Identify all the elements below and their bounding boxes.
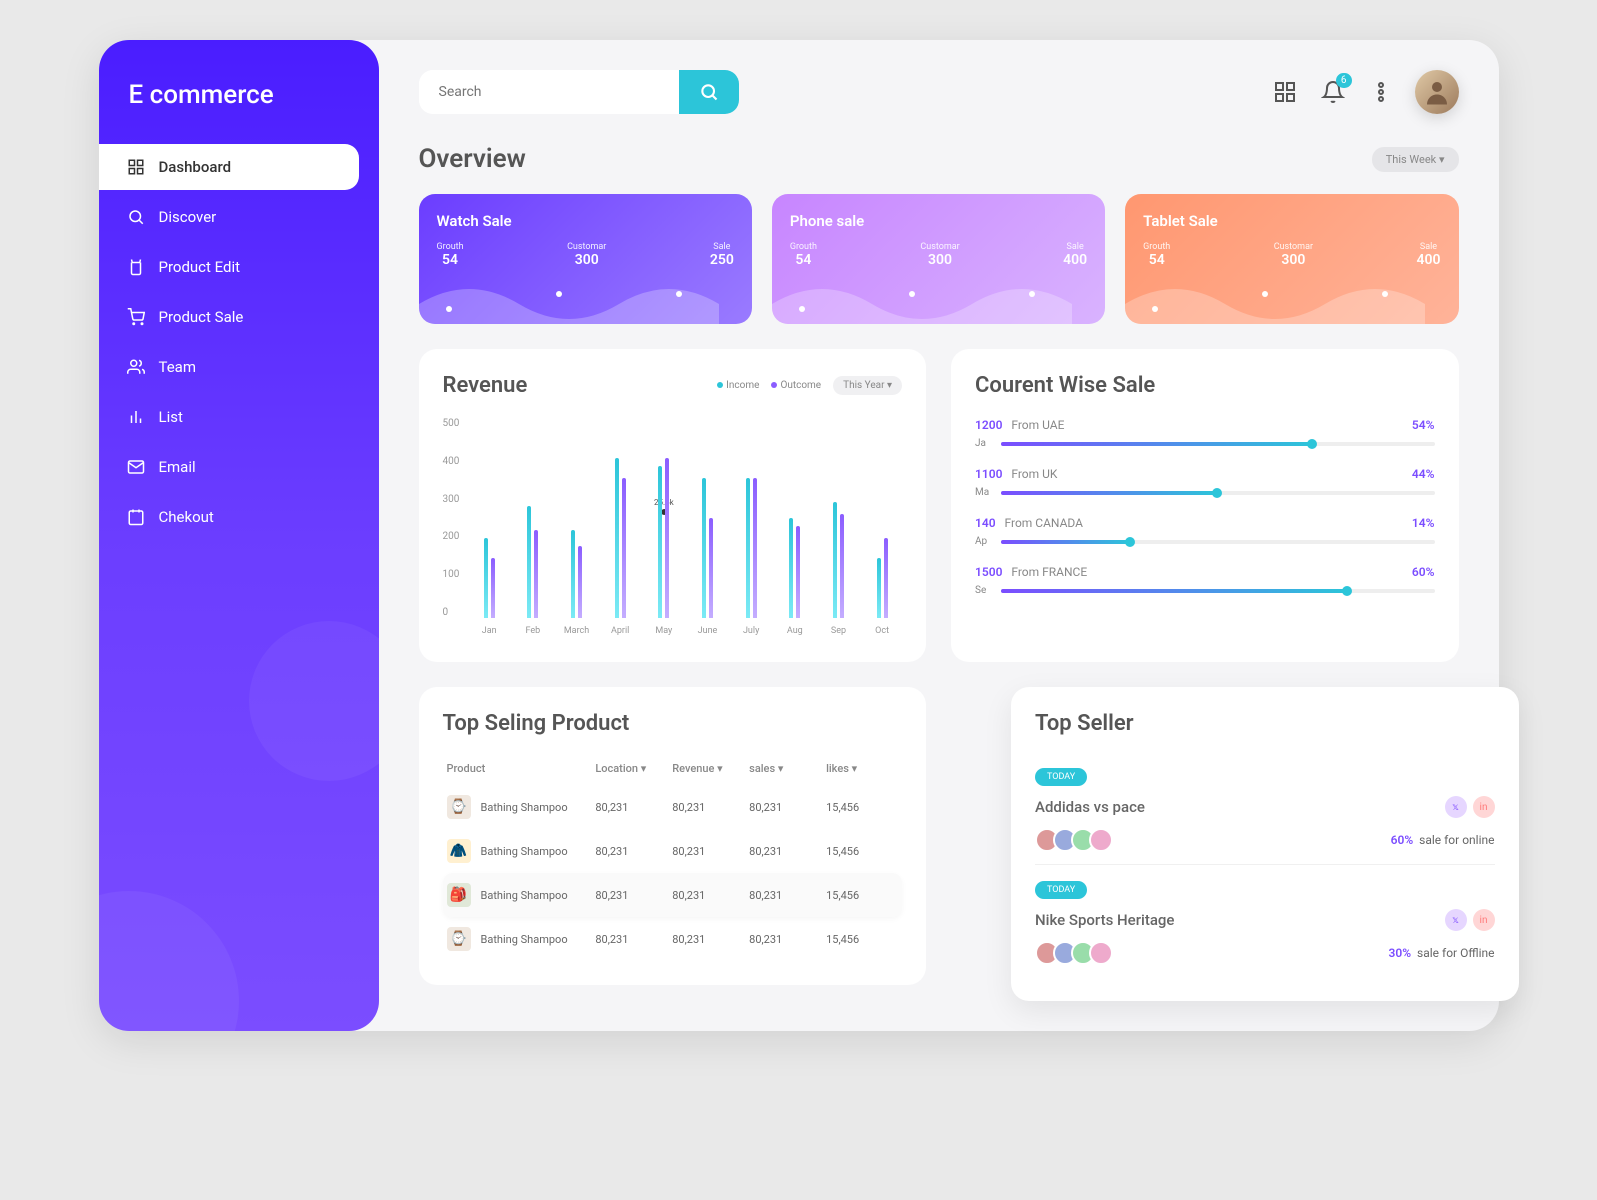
revenue-chart: 5004003002001000 JanFebMarchApril25.6kMa… <box>443 418 903 638</box>
nav-item-email[interactable]: Email <box>99 444 379 490</box>
nav-icon <box>127 308 145 326</box>
product-thumb: 🧥 <box>447 839 471 863</box>
bar-group: June <box>688 478 728 618</box>
legend-income: Income <box>726 380 759 391</box>
seller-title: Nike Sports Heritage <box>1035 911 1174 929</box>
year-filter[interactable]: This Year ▾ <box>833 376 902 395</box>
card-wave-icon <box>772 264 1072 324</box>
card-title: Tablet Sale <box>1143 212 1440 230</box>
stat-card[interactable]: Phone saleGrouth54Customar300Sale400 <box>772 194 1105 324</box>
avatars-stack[interactable] <box>1035 828 1113 852</box>
chart-tooltip: 25.6k <box>654 498 674 515</box>
nav-label: Product Sale <box>159 308 244 326</box>
nav-icon <box>127 208 145 226</box>
nav-icon <box>127 508 145 526</box>
revenue-title: Revenue <box>443 373 528 398</box>
table-row[interactable]: 🧥Bathing Shampoo80,23180,23180,23115,456 <box>443 829 903 873</box>
table-row[interactable]: 🎒Bathing Shampoo80,23180,23180,23115,456 <box>443 873 903 917</box>
nav-icon <box>127 158 145 176</box>
stat-card[interactable]: Watch SaleGrouth54Customar300Sale250 <box>419 194 752 324</box>
overview-title: Overview <box>419 144 526 174</box>
country-sale-item: 1200 From UAE54% Ja <box>975 418 1435 449</box>
revenue-panel: Revenue Income Outcome This Year ▾ 50040… <box>419 349 927 662</box>
table-row[interactable]: ⌚Bathing Shampoo80,23180,23180,23115,456 <box>443 785 903 829</box>
bar-group: 25.6kMay <box>644 458 684 618</box>
country-sale-item: 1100 From UK44% Ma <box>975 467 1435 498</box>
country-sale-item: 1500 From FRANCE60% Se <box>975 565 1435 596</box>
table-header: Product Location ▾ Revenue ▾ sales ▾ lik… <box>443 752 903 785</box>
top-seller-panel: Top Seller TODAY Addidas vs pace 𝕩in 60%… <box>1011 687 1519 1001</box>
bar-group: March <box>557 530 597 618</box>
nav-label: Dashboard <box>159 158 232 176</box>
twitter-icon[interactable]: 𝕩 <box>1445 909 1467 931</box>
top-seller-item: TODAY Nike Sports Heritage 𝕩in 30% sale … <box>1035 865 1495 977</box>
bar-group: Oct <box>862 538 902 618</box>
avatar[interactable] <box>1415 70 1459 114</box>
search-icon <box>699 82 719 102</box>
nav-item-team[interactable]: Team <box>99 344 379 390</box>
avatars-stack[interactable] <box>1035 941 1113 965</box>
search-box <box>419 70 739 114</box>
today-tag: TODAY <box>1035 881 1087 899</box>
nav-item-chekout[interactable]: Chekout <box>99 494 379 540</box>
bar-group: July <box>731 478 771 618</box>
nav-item-dashboard[interactable]: Dashboard <box>99 144 359 190</box>
product-thumb: ⌚ <box>447 927 471 951</box>
nav-label: Product Edit <box>159 258 241 276</box>
product-thumb: 🎒 <box>447 883 471 907</box>
bar-group: April <box>600 458 640 618</box>
nav-label: Email <box>159 458 196 476</box>
notification-badge: 6 <box>1336 73 1352 88</box>
seller-title: Addidas vs pace <box>1035 798 1145 816</box>
bar-group: Feb <box>513 506 553 618</box>
product-thumb: ⌚ <box>447 795 471 819</box>
brand-title: E commerce <box>99 80 379 140</box>
country-sale-panel: Courent Wise Sale 1200 From UAE54% Ja 110… <box>951 349 1459 662</box>
linkedin-icon[interactable]: in <box>1473 796 1495 818</box>
twitter-icon[interactable]: 𝕩 <box>1445 796 1467 818</box>
sidebar: E commerce Dashboard Discover Product Edit… <box>99 40 379 1031</box>
card-wave-icon <box>419 264 719 324</box>
bar-group: Jan <box>469 538 509 618</box>
search-button[interactable] <box>679 70 739 114</box>
nav-label: Chekout <box>159 508 214 526</box>
nav-label: Team <box>159 358 197 376</box>
nav-icon <box>127 458 145 476</box>
top-products-title: Top Seling Product <box>443 711 903 736</box>
nav-label: List <box>159 408 183 426</box>
bell-icon[interactable]: 6 <box>1319 78 1347 106</box>
topbar: 6 <box>419 70 1459 114</box>
nav-label: Discover <box>159 208 217 226</box>
stat-card[interactable]: Tablet SaleGrouth54Customar300Sale400 <box>1125 194 1458 324</box>
grid-icon[interactable] <box>1271 78 1299 106</box>
nav-item-list[interactable]: List <box>99 394 379 440</box>
bar-group: Sep <box>819 502 859 618</box>
nav-icon <box>127 258 145 276</box>
table-row[interactable]: ⌚Bathing Shampoo80,23180,23180,23115,456 <box>443 917 903 961</box>
week-filter[interactable]: This Week ▾ <box>1372 147 1459 172</box>
nav-icon <box>127 358 145 376</box>
card-title: Watch Sale <box>437 212 734 230</box>
card-title: Phone sale <box>790 212 1087 230</box>
more-icon[interactable] <box>1367 78 1395 106</box>
card-wave-icon <box>1125 264 1425 324</box>
country-sale-title: Courent Wise Sale <box>975 373 1435 398</box>
country-sale-item: 140 From CANADA14% Ap <box>975 516 1435 547</box>
nav-icon <box>127 408 145 426</box>
nav-item-discover[interactable]: Discover <box>99 194 379 240</box>
search-input[interactable] <box>419 70 679 114</box>
linkedin-icon[interactable]: in <box>1473 909 1495 931</box>
nav-item-product-sale[interactable]: Product Sale <box>99 294 379 340</box>
bar-group: Aug <box>775 518 815 618</box>
top-seller-title: Top Seller <box>1035 711 1495 736</box>
nav-item-product-edit[interactable]: Product Edit <box>99 244 379 290</box>
top-products-panel: Top Seling Product Product Location ▾ Re… <box>419 687 927 985</box>
today-tag: TODAY <box>1035 768 1087 786</box>
legend-outcome: Outcome <box>780 380 821 391</box>
top-seller-item: TODAY Addidas vs pace 𝕩in 60% sale for o… <box>1035 752 1495 865</box>
